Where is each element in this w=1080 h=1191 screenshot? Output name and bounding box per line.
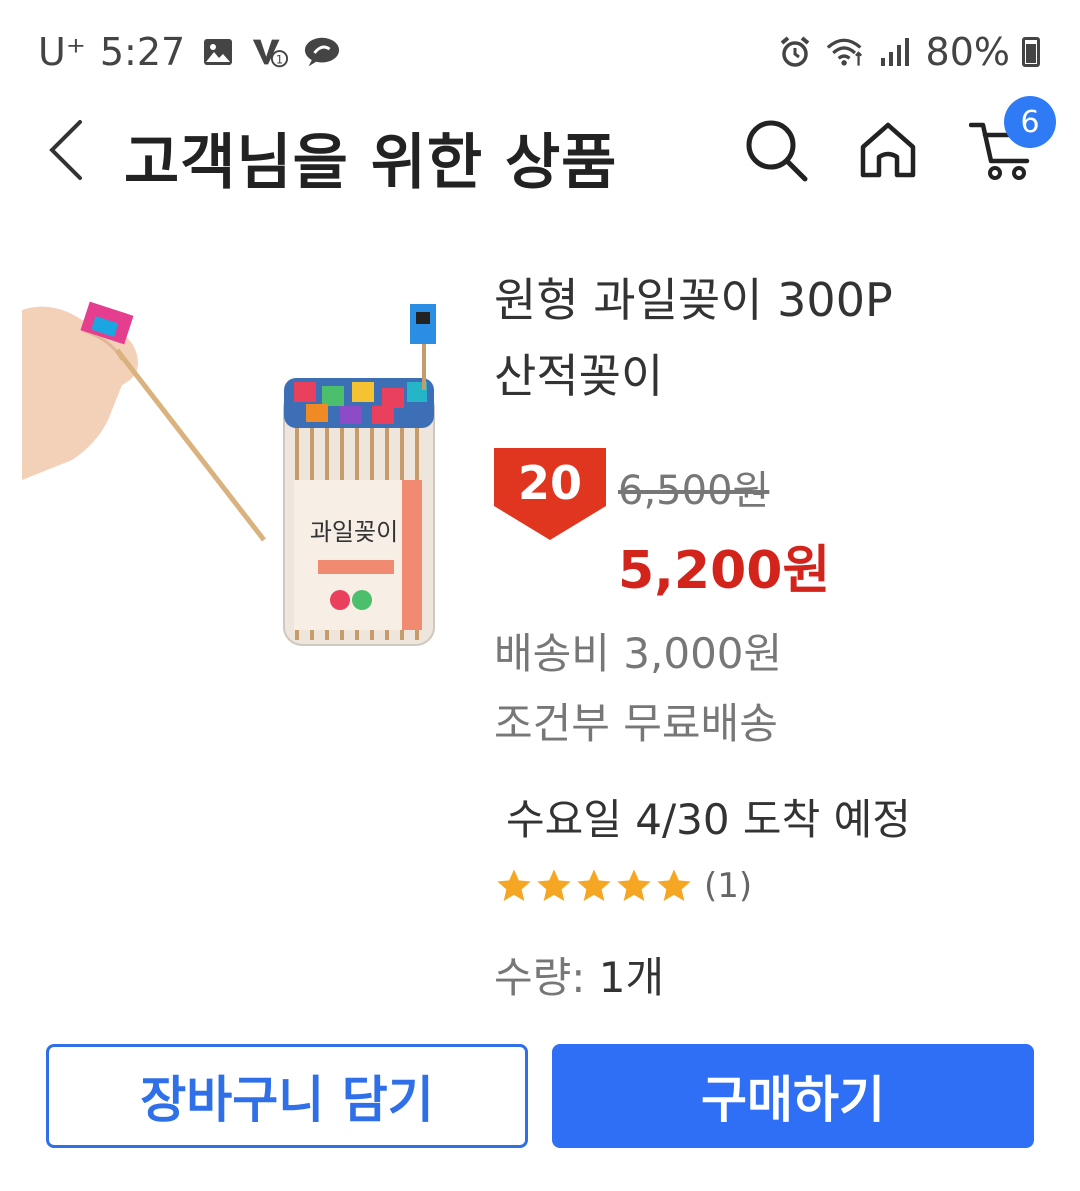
clock: 5:27	[99, 30, 186, 74]
back-button[interactable]	[36, 110, 96, 190]
cart-count-badge: 6	[1004, 96, 1056, 148]
page-title: 고객님을 위한 상품	[124, 128, 618, 198]
home-button[interactable]	[848, 110, 928, 190]
product-info: 원형 과일꽂이 300P 산적꽂이	[494, 262, 1054, 414]
search-icon	[746, 120, 808, 182]
arrival-estimate: 수요일 4/30 도착 예정	[506, 795, 911, 844]
app-notification-icon: 1	[251, 33, 289, 71]
star-icon	[497, 869, 531, 901]
gallery-icon	[199, 33, 237, 71]
sale-price: 5,200원	[618, 541, 831, 601]
status-bar: U⁺ 5:27 1 80%	[0, 0, 1080, 100]
carrier-label: U⁺	[38, 30, 86, 74]
wifi-icon	[826, 33, 864, 71]
buy-now-button[interactable]: 구매하기	[552, 1044, 1034, 1148]
back-arrow-icon	[49, 120, 82, 180]
star-icon	[537, 869, 571, 901]
star-icon	[577, 869, 611, 901]
product-image[interactable]: 과일꽂이	[22, 290, 462, 670]
battery-icon	[1022, 37, 1040, 67]
quantity-label: 수량:	[494, 953, 586, 1002]
talk-icon	[303, 33, 341, 71]
signal-icon	[876, 33, 914, 71]
battery-percent: 80%	[925, 30, 1010, 74]
original-price: 6,500원	[618, 468, 770, 514]
star-icon	[617, 869, 651, 901]
review-count[interactable]: (1)	[704, 866, 752, 906]
status-left: U⁺ 5:27 1	[38, 30, 341, 74]
price-section: 20 6,500원 5,200원	[494, 448, 1054, 601]
shipping-condition: 조건부 무료배송	[494, 699, 778, 748]
product-image-label: 과일꽂이	[310, 518, 398, 546]
status-right: 80%	[776, 30, 1040, 74]
search-button[interactable]	[736, 110, 816, 190]
product-name-line-2: 산적꽂이	[494, 349, 664, 403]
svg-text:1: 1	[276, 52, 283, 66]
shipping-fee: 배송비 3,000원	[494, 629, 783, 678]
quantity-value: 1개	[598, 953, 665, 1002]
product-name-line-1: 원형 과일꽂이 300P	[494, 273, 893, 327]
rating[interactable]: (1)	[494, 866, 752, 906]
add-to-cart-button[interactable]: 장바구니 담기	[46, 1044, 528, 1148]
discount-rate: 20	[517, 456, 582, 510]
app-header: 고객님을 위한 상품	[0, 100, 1080, 200]
alarm-icon	[776, 33, 814, 71]
quantity: 수량: 1개	[494, 944, 664, 1005]
home-icon	[860, 122, 916, 178]
star-icon	[657, 869, 691, 901]
